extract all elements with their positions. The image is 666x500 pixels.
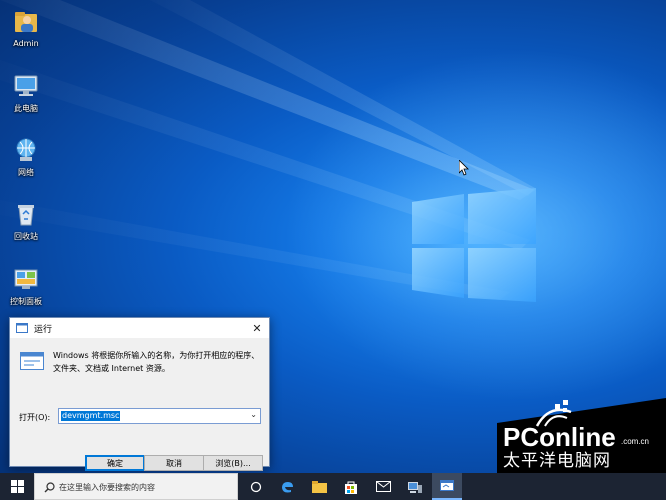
- open-combobox[interactable]: devmgmt.msc ⌄: [58, 408, 261, 424]
- run-dialog-titlebar[interactable]: 运行 ✕: [10, 318, 269, 338]
- mail-button[interactable]: [368, 473, 398, 500]
- watermark-brand: PConline: [503, 422, 616, 452]
- device-manager-button[interactable]: [400, 473, 430, 500]
- run-taskbar-button[interactable]: [432, 473, 462, 500]
- run-dialog-body: Windows 将根据你所输入的名称，为你打开相应的程序、文件夹、文档或 Int…: [10, 338, 269, 471]
- control-panel-icon: [14, 269, 38, 289]
- open-input-value[interactable]: devmgmt.msc: [61, 411, 121, 421]
- desktop-icon-label: Admin: [13, 39, 39, 48]
- cortana-icon: [250, 481, 262, 492]
- start-button[interactable]: [0, 473, 34, 500]
- taskbar-search-box[interactable]: 在这里输入你要搜索的内容: [34, 473, 238, 500]
- watermark-domain: .com.cn: [621, 437, 649, 446]
- desktop-icon-label: 控制面板: [10, 297, 42, 306]
- run-icon: [16, 323, 28, 333]
- store-icon: [345, 481, 357, 494]
- network-icon: [16, 138, 36, 161]
- watermark: PConline .com.cn 太平洋电脑网: [497, 398, 666, 473]
- run-program-icon: [20, 352, 44, 370]
- user-folder-icon: [15, 12, 37, 32]
- windows-logo: [412, 188, 536, 302]
- run-icon: [440, 480, 454, 491]
- recycle-bin-icon: [18, 205, 34, 226]
- mail-icon: [375, 481, 391, 492]
- edge-icon: [282, 481, 293, 492]
- browse-button[interactable]: 浏览(B)...: [203, 455, 263, 471]
- run-dialog-description: Windows 将根据你所输入的名称，为你打开相应的程序、文件夹、文档或 Int…: [53, 351, 260, 373]
- search-placeholder: 在这里输入你要搜索的内容: [59, 483, 155, 492]
- chevron-down-icon[interactable]: ⌄: [250, 410, 257, 419]
- taskbar: 在这里输入你要搜索的内容: [0, 473, 666, 500]
- windows-start-icon: [10, 480, 24, 493]
- desktop-icon-network[interactable]: 网络: [4, 136, 48, 178]
- desktop-icon-label: 网络: [18, 168, 34, 177]
- desktop-icon-recycle-bin[interactable]: 回收站: [4, 200, 48, 242]
- run-dialog: 运行 ✕ Windows 将根据你所输入的名称，为你打开相应的程序、文件夹、文档…: [9, 317, 270, 471]
- search-icon: [44, 482, 55, 493]
- file-explorer-icon: [311, 480, 327, 493]
- close-button[interactable]: ✕: [247, 318, 267, 338]
- computer-icon: [14, 75, 38, 96]
- run-dialog-title: 运行: [34, 324, 53, 335]
- desktop: Admin 此电脑 网络 回收站 控制面板 运行 ✕ Windows 将根据你所…: [0, 0, 666, 500]
- watermark-chinese: 太平洋电脑网: [503, 451, 611, 471]
- device-manager-icon: [408, 481, 422, 493]
- task-view-button[interactable]: [241, 473, 271, 500]
- cancel-button[interactable]: 取消: [144, 455, 204, 471]
- open-label: 打开(O):: [19, 413, 51, 422]
- desktop-icon-label: 回收站: [14, 232, 38, 241]
- edge-button[interactable]: [272, 473, 302, 500]
- store-button[interactable]: [336, 473, 366, 500]
- ok-button[interactable]: 确定: [85, 455, 145, 471]
- desktop-icon-control-panel[interactable]: 控制面板: [4, 265, 48, 307]
- desktop-icon-label: 此电脑: [14, 104, 38, 113]
- close-icon: ✕: [252, 321, 262, 335]
- desktop-icon-admin[interactable]: Admin: [4, 8, 48, 49]
- file-explorer-button[interactable]: [304, 473, 334, 500]
- mouse-cursor: [459, 160, 469, 176]
- desktop-icon-this-pc[interactable]: 此电脑: [4, 72, 48, 114]
